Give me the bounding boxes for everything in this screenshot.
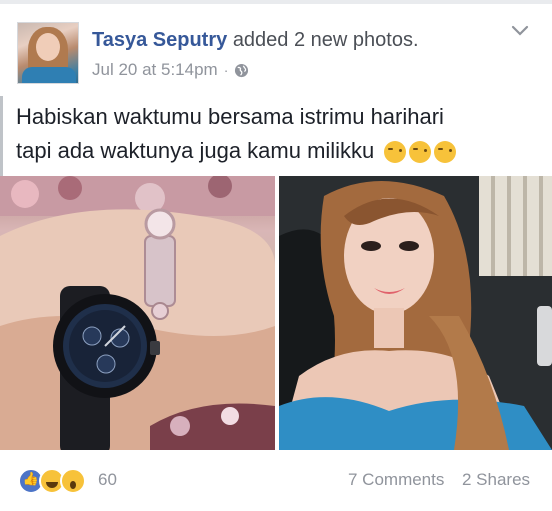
chevron-down-icon[interactable] (510, 24, 530, 38)
kissing-face-emoji-icon (434, 141, 457, 164)
post-text-line: Habiskan waktumu bersama istrimu harihar… (16, 104, 444, 129)
post-text-line: tapi ada waktunya juga kamu milikku (16, 138, 375, 163)
avatar-face (36, 33, 60, 61)
globe-icon[interactable] (234, 63, 249, 78)
meta-line: Jul 20 at 5:14pm · (92, 60, 249, 80)
post-text-line-with-emoji: tapi ada waktunya juga kamu milikku (16, 134, 541, 168)
top-divider (0, 0, 552, 4)
post-text: Habiskan waktumu bersama istrimu harihar… (16, 100, 541, 168)
timestamp-link[interactable]: Jul 20 at 5:14pm (92, 60, 218, 80)
wristwatch-photo-image (0, 176, 275, 450)
kissing-face-emoji-icon (409, 141, 432, 164)
reaction-count[interactable]: 60 (98, 470, 117, 490)
photo-wristwatch[interactable] (0, 176, 275, 450)
author-name-link[interactable]: Tasya Seputry (92, 29, 227, 51)
emoji-group (384, 141, 457, 164)
wow-icon (60, 468, 86, 494)
meta-separator: · (223, 62, 229, 78)
avatar[interactable] (17, 22, 79, 84)
reaction-counts-bar: 60 7 Comments 2 Shares (0, 455, 552, 507)
avatar-dress (22, 67, 76, 83)
post-header: Tasya Seputry added 2 new photos. Jul 20… (0, 14, 552, 86)
action-text: added 2 new photos. (232, 29, 419, 51)
shares-count-link[interactable]: 2 Shares (462, 470, 530, 490)
photo-portrait[interactable] (279, 176, 552, 450)
portrait-photo-image (279, 176, 552, 450)
kissing-face-emoji-icon (384, 141, 407, 164)
comments-count-link[interactable]: 7 Comments (348, 470, 444, 490)
reaction-icons[interactable] (18, 468, 86, 494)
author-line: Tasya Seputry added 2 new photos. (92, 29, 419, 52)
